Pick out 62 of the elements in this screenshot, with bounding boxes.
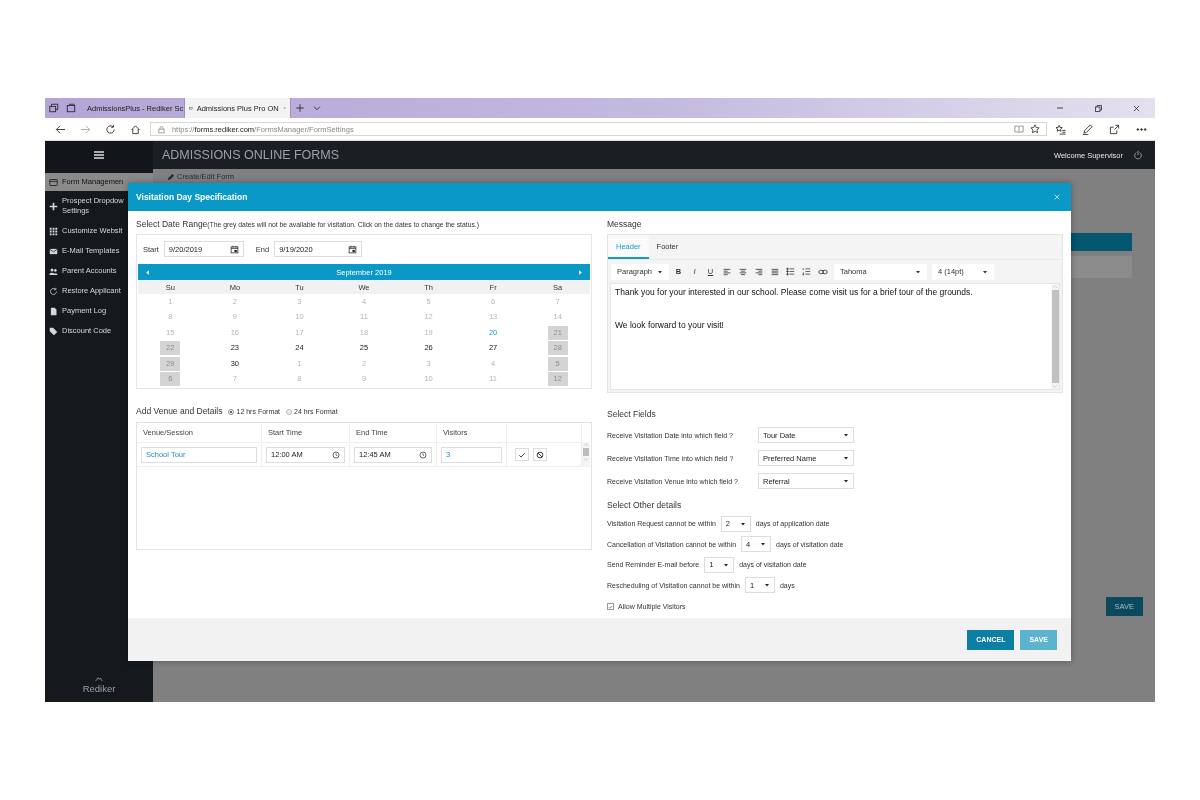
caret-icon <box>843 432 849 438</box>
align-right-icon[interactable] <box>754 267 763 276</box>
section-heading: Select Fields <box>607 409 657 420</box>
check-icon <box>518 450 526 459</box>
dialog-title: Visitation Day Specification <box>136 192 248 202</box>
restore-icon[interactable] <box>1093 103 1103 113</box>
menu-item-icon <box>49 286 58 296</box>
clock-icon[interactable] <box>419 450 427 459</box>
calendar-icon[interactable] <box>348 244 358 254</box>
menu-item-icon <box>49 226 58 236</box>
menu-item-icon <box>49 201 58 211</box>
app-title: ADMISSIONS ONLINE FORMS <box>162 148 340 162</box>
power-icon[interactable] <box>1133 150 1143 160</box>
caret-icon <box>763 582 770 588</box>
section-heading: Message <box>607 219 643 230</box>
share-icon[interactable] <box>1109 123 1121 135</box>
previous-icon[interactable] <box>144 268 151 276</box>
window-icon[interactable] <box>65 103 76 113</box>
caret-icon <box>723 561 730 568</box>
caret-icon <box>739 520 746 527</box>
mountain-icon <box>93 675 105 683</box>
align-center-icon[interactable] <box>738 267 747 276</box>
caret-icon <box>915 268 921 275</box>
close-icon[interactable] <box>1131 103 1141 113</box>
menu-item-icon <box>49 266 58 276</box>
next-icon[interactable] <box>577 268 584 276</box>
clock-icon[interactable] <box>332 450 340 459</box>
menu-item-icon <box>49 177 58 187</box>
caret-icon <box>657 268 663 275</box>
menu-icon[interactable] <box>93 149 105 161</box>
lock-icon <box>156 124 166 134</box>
chevron-icon[interactable] <box>311 103 322 113</box>
message-text: We look forward to your visit! <box>615 320 725 331</box>
menu-item-icon <box>49 246 58 256</box>
new-tab-icon[interactable] <box>294 103 305 113</box>
align-left-icon[interactable] <box>722 267 731 276</box>
bullet-list-icon[interactable] <box>786 267 795 276</box>
caret-icon <box>843 455 849 461</box>
tabs-icon[interactable] <box>48 103 59 113</box>
pen-icon[interactable] <box>1082 123 1094 135</box>
caret-icon <box>843 478 849 484</box>
pencil-icon <box>167 172 175 181</box>
justify-icon[interactable] <box>770 267 779 276</box>
back-icon[interactable] <box>55 123 66 135</box>
cancel-row-button[interactable] <box>533 448 547 461</box>
section-heading: Add Venue and Details <box>136 406 223 417</box>
section-heading: Select Other details <box>607 500 683 511</box>
refresh-icon[interactable] <box>104 123 116 135</box>
caret-icon <box>982 268 988 275</box>
logo-text: Rediker <box>82 683 116 694</box>
ban-icon <box>536 450 544 459</box>
calendar-icon[interactable] <box>229 244 239 254</box>
confirm-button[interactable] <box>515 448 529 461</box>
numbered-list-icon[interactable] <box>802 267 811 276</box>
caret-icon <box>760 541 767 547</box>
radio-button[interactable] <box>228 408 235 415</box>
checkbox[interactable] <box>607 603 614 610</box>
radio-button[interactable] <box>286 408 293 415</box>
message-text: Thank you for your interested in our school. Please come visit us for a brief tour of the grounds. <box>615 287 974 298</box>
home-icon[interactable] <box>129 123 141 135</box>
favorites-icon[interactable] <box>1055 123 1067 135</box>
star-icon[interactable] <box>1030 124 1041 134</box>
